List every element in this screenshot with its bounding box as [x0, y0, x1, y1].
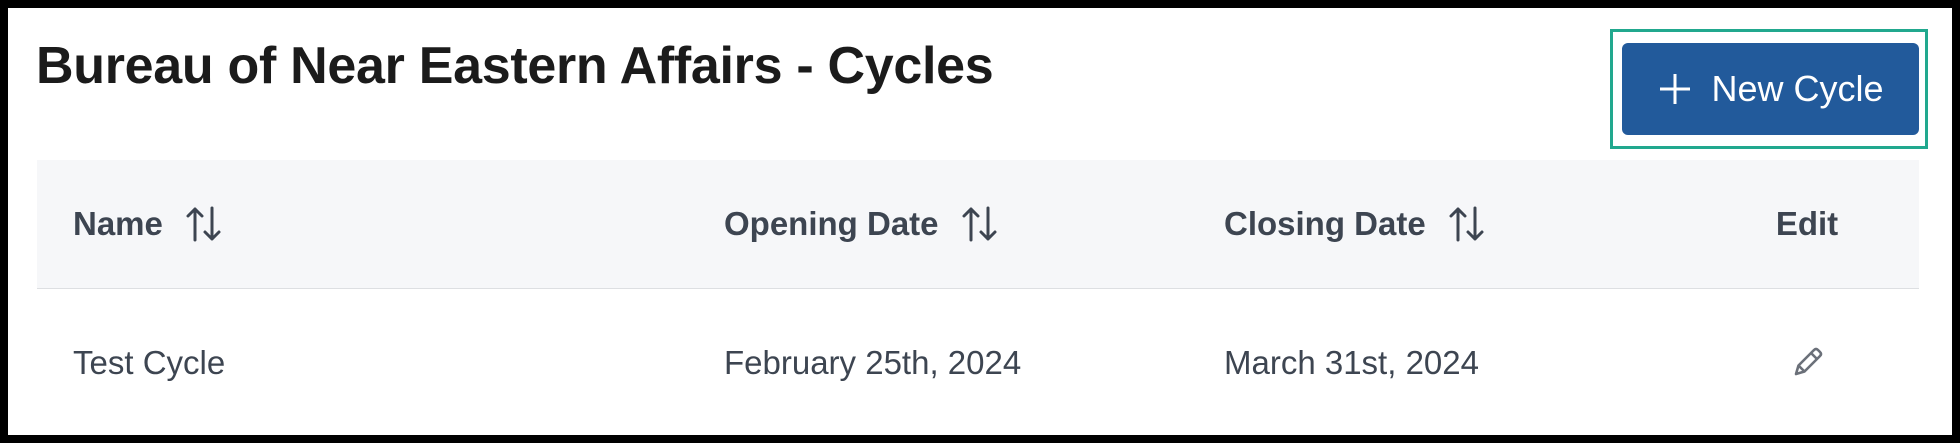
- closing-date: March 31st, 2024: [1224, 344, 1479, 381]
- new-cycle-button[interactable]: New Cycle: [1622, 43, 1919, 135]
- table-row: Test Cycle February 25th, 2024 March 31s…: [37, 289, 1919, 435]
- new-cycle-button-label: New Cycle: [1711, 68, 1884, 109]
- cell-closing-date: March 31st, 2024: [1224, 289, 1479, 435]
- opening-date: February 25th, 2024: [724, 344, 1022, 381]
- plus-icon: [1657, 71, 1693, 107]
- cycles-table: Name Opening Date Closing Date Edit Test…: [37, 160, 1919, 435]
- sort-arrows-icon[interactable]: [961, 204, 999, 244]
- cell-name: Test Cycle: [73, 289, 225, 435]
- column-header-opening-date[interactable]: Opening Date: [724, 160, 999, 288]
- column-header-label: Edit: [1775, 205, 1839, 242]
- edit-cycle-button[interactable]: [1787, 343, 1827, 383]
- pencil-icon: [1794, 347, 1823, 376]
- table-header-row: Name Opening Date Closing Date Edit: [37, 160, 1919, 289]
- cell-opening-date: February 25th, 2024: [724, 289, 1021, 435]
- sort-arrows-icon[interactable]: [185, 204, 223, 244]
- column-header-name[interactable]: Name: [73, 160, 223, 288]
- cell-edit: [1737, 289, 1877, 435]
- sort-arrows-icon[interactable]: [1448, 204, 1486, 244]
- page-title: Bureau of Near Eastern Affairs - Cycles: [36, 37, 994, 95]
- cycle-name: Test Cycle: [73, 344, 226, 381]
- column-header-label: Name: [73, 205, 163, 242]
- cycles-page: Bureau of Near Eastern Affairs - Cycles …: [8, 8, 1952, 435]
- column-header-label: Opening Date: [724, 205, 939, 242]
- column-header-edit: Edit: [1737, 160, 1877, 288]
- column-header-closing-date[interactable]: Closing Date: [1224, 160, 1486, 288]
- column-header-label: Closing Date: [1224, 205, 1426, 242]
